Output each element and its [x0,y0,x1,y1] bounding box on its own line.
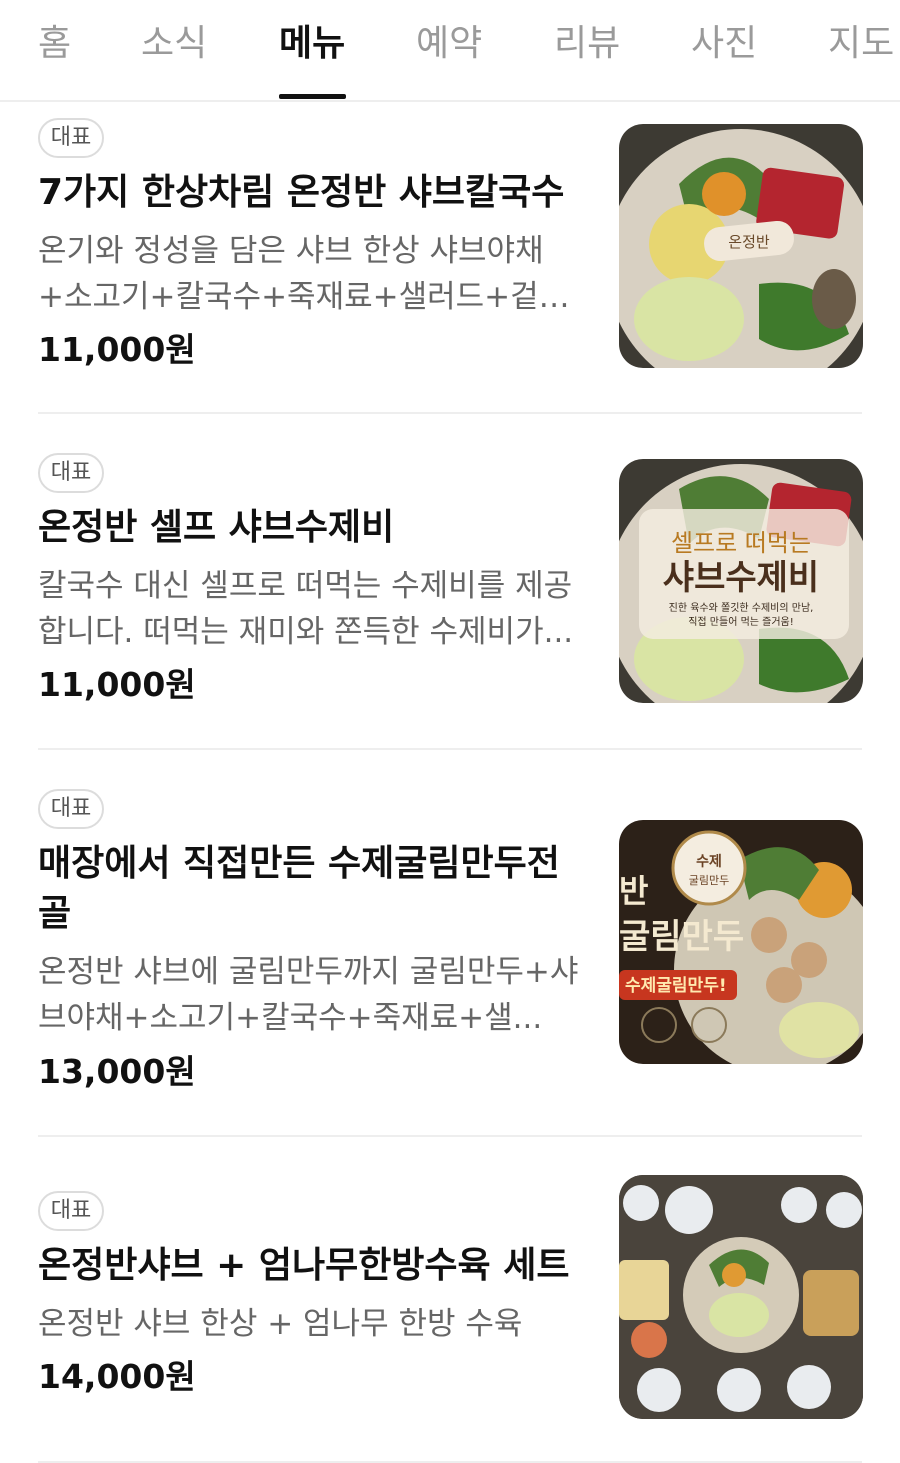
menu-item-price: 14,000원 [38,1357,196,1396]
menu-item-description: 온정반 샤브 한상 + 엄나무 한방 수육 [38,1306,523,1342]
menu-item[interactable]: 대표 온정반샤브 + 엄나무한방수육 세트 온정반 샤브 한상 + 엄나무 한방… [0,0,900,1463]
menu-item-name: 온정반샤브 + 엄나무한방수육 세트 [38,1245,570,1286]
menu-item-image[interactable] [619,1175,863,1419]
signature-badge: 대표 [38,1191,104,1231]
